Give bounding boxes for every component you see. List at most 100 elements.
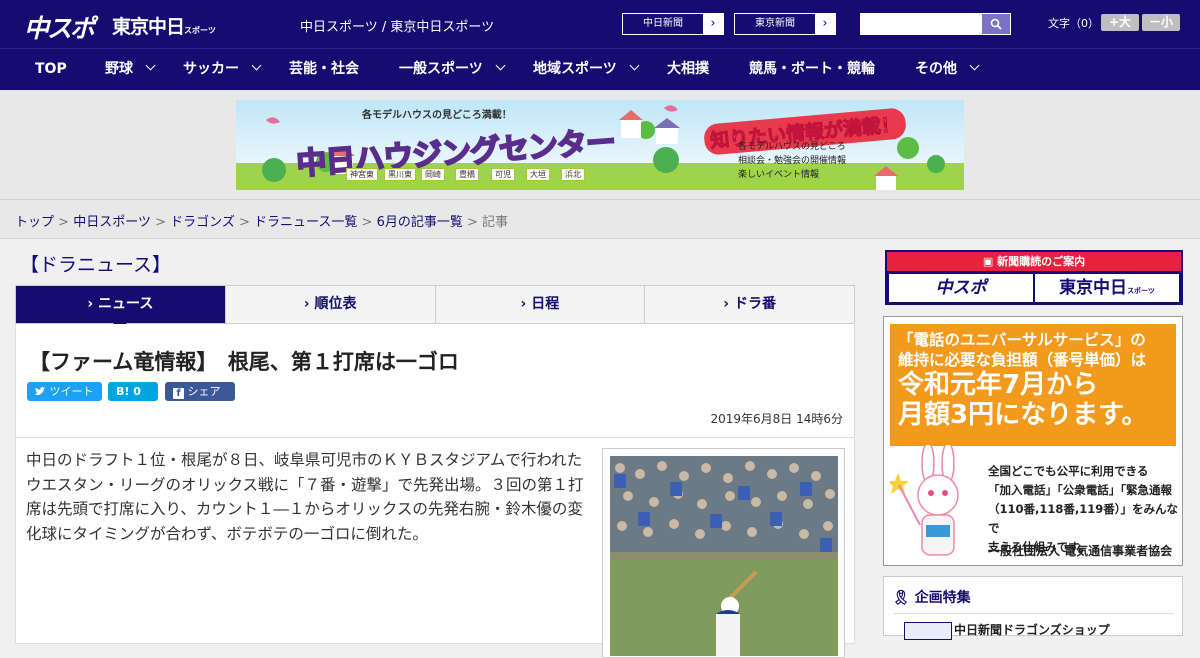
article-photo[interactable]: [610, 456, 838, 656]
breadcrumb-top[interactable]: トップ: [15, 215, 54, 230]
universal-service-ad[interactable]: 「電話のユニバーサルサービス」の 維持に必要な負担額（番号単価）は 令和元年7月…: [883, 316, 1183, 566]
font-larger-button[interactable]: +大: [1101, 14, 1139, 31]
search-box: [860, 13, 1011, 35]
ad-line-large: 令和元年7月から: [898, 370, 1099, 400]
banner-city: 浜北: [561, 168, 585, 181]
chuspo-logo[interactable]: 中スポ: [24, 9, 95, 45]
tokyo-chunichi-logo[interactable]: 東京中日スポーツ: [112, 12, 216, 39]
chevron-down-icon: [495, 60, 506, 71]
ad-body-line: 全国どこでも公平に利用できる: [988, 464, 1149, 478]
banner-top-text: 各モデルハウスの見どころ満載！: [362, 110, 512, 121]
nav-baseball[interactable]: 野球: [105, 49, 156, 90]
banner-list-item: 楽しいイベント情報: [738, 170, 820, 180]
nav-soccer[interactable]: サッカー: [183, 49, 262, 90]
article: 【ファーム竜情報】 根尾、第１打席は一ゴロ ツイート B! 0 f シェア 0 …: [15, 324, 855, 658]
font-size-label: 文字（0）: [1048, 17, 1099, 30]
search-input[interactable]: [861, 14, 981, 34]
banner-city: 黒川東: [384, 168, 416, 181]
banner-city: 大垣: [526, 168, 550, 181]
ribbon-icon: 🎗: [892, 590, 910, 606]
feature-thumbnail: [904, 622, 952, 640]
breadcrumb-current: 記事: [482, 215, 509, 230]
housing-center-banner[interactable]: 各モデルハウスの見どころ満載！ 中日ハウジングセンター 知りたい情報が満載！ 各…: [236, 100, 964, 190]
ad-line-large: 月額3円になります。: [898, 400, 1148, 430]
nav-top[interactable]: TOP: [35, 49, 67, 90]
tokyo-shimbun-label: 東京新聞: [755, 18, 795, 29]
banner-city: 神宮東: [346, 168, 378, 181]
tokyo-logo-small: スポーツ: [184, 26, 216, 35]
tweet-label: ツイート: [49, 385, 94, 398]
chevron-down-icon: [145, 60, 156, 71]
feature-heading-label: 企画特集: [914, 590, 971, 606]
tab-dora-ban[interactable]: › ドラ番: [645, 286, 854, 323]
chevron-right-icon: ›: [703, 14, 723, 34]
chevron-down-icon: [251, 60, 262, 71]
nav-entertainment[interactable]: 芸能・社会: [289, 49, 359, 90]
tab-arrow-icon: ›: [520, 296, 532, 312]
banner-city: 岡崎: [421, 168, 445, 181]
subscription-heading: ▣ 新聞購読のご案内: [887, 252, 1181, 271]
twitter-icon: [35, 387, 46, 396]
ad-body-line: （110番,118番,119番）」をみんなで: [988, 502, 1179, 535]
facebook-icon: f: [173, 388, 184, 399]
nav-sumo[interactable]: 大相撲: [667, 49, 709, 90]
ad-line: 「電話のユニバーサルサービス」の: [898, 331, 1146, 349]
feature-heading: 🎗 企画特集: [892, 587, 971, 607]
tab-news[interactable]: › ニュース: [16, 286, 226, 330]
subscribe-tokyo-text: 東京中日: [1059, 278, 1128, 298]
section-heading: 【ドラニュース】: [20, 254, 172, 276]
subscription-heading-label: 新聞購読のご案内: [997, 255, 1086, 268]
subscription-ad[interactable]: ▣ 新聞購読のご案内 中スポ 東京中日スポーツ: [885, 250, 1183, 305]
breadcrumb-separator: >: [54, 215, 74, 230]
chevron-down-icon: [969, 60, 980, 71]
article-photo-frame: [602, 448, 845, 658]
article-body: 中日のドラフト１位・根尾が８日、岐阜県可児市のＫＹＢスタジアムで行われたウエスタ…: [26, 451, 584, 543]
search-button[interactable]: [982, 14, 1010, 34]
hatena-bookmark-button[interactable]: B! 0: [108, 382, 158, 401]
nav-other[interactable]: その他: [915, 49, 980, 90]
site-header: 中スポ 東京中日スポーツ 中日スポーツ / 東京中日スポーツ 中日新聞 › 東京新…: [0, 0, 1200, 48]
ad-line: 維持に必要な負担額（番号単価）は: [898, 351, 1147, 369]
nav-label: 一般スポーツ: [399, 61, 483, 77]
chevron-right-icon: ›: [815, 14, 835, 34]
tab-standings[interactable]: › 順位表: [226, 286, 436, 323]
breadcrumb-dragons[interactable]: ドラゴンズ: [170, 215, 235, 230]
tweet-button[interactable]: ツイート: [27, 382, 102, 401]
breadcrumb-separator: >: [357, 215, 377, 230]
nav-label: その他: [915, 61, 957, 77]
article-date: 2019年6月8日 14時6分: [710, 412, 843, 426]
breadcrumb-news-list[interactable]: ドラニュース一覧: [254, 215, 357, 230]
font-smaller-button[interactable]: －小: [1142, 14, 1180, 31]
subscribe-tokyo-logo[interactable]: 東京中日スポーツ: [1035, 274, 1179, 302]
section-tabs: › ニュース › 順位表 › 日程 › ドラ番: [15, 285, 855, 330]
nav-label: 野球: [105, 61, 133, 77]
tab-arrow-icon: ›: [723, 296, 734, 312]
banner-list-item: 各モデルハウスの見どころ: [738, 142, 846, 152]
tab-label: 順位表: [314, 296, 357, 312]
subscribe-chuspo-logo[interactable]: 中スポ: [889, 274, 1033, 302]
ad-body-line: 「加入電話」「公衆電話」「緊急通報: [988, 483, 1172, 497]
tab-schedule[interactable]: › 日程: [436, 286, 646, 323]
tab-arrow-icon: ›: [303, 296, 315, 312]
nav-local-sports[interactable]: 地域スポーツ: [533, 49, 640, 90]
tab-arrow-icon: ›: [87, 296, 99, 312]
feature-item[interactable]: 中日新聞ドラゴンズショップ: [894, 613, 1174, 640]
breadcrumb-june-list[interactable]: 6月の記事一覧: [377, 215, 463, 230]
nav-racing[interactable]: 競馬・ボート・競輪: [749, 49, 875, 90]
newspaper-icon: ▣: [982, 255, 998, 268]
banner-city: 豊橋: [455, 168, 479, 181]
nav-label: 地域スポーツ: [533, 61, 617, 77]
facebook-share-button[interactable]: f シェア 0: [165, 382, 235, 417]
banner-list-item: 相談会・勉強会の開催情報: [738, 156, 847, 166]
breadcrumb-chunichi-sports[interactable]: 中日スポーツ: [73, 215, 151, 230]
breadcrumb-separator: >: [462, 215, 483, 230]
feature-item-label: 中日新聞ドラゴンズショップ: [954, 623, 1110, 637]
chunichi-shimbun-button[interactable]: 中日新聞 ›: [622, 13, 724, 35]
site-names: 中日スポーツ / 東京中日スポーツ: [300, 20, 495, 35]
tokyo-shimbun-button[interactable]: 東京新聞 ›: [734, 13, 836, 35]
search-icon: [990, 18, 1002, 30]
banner-city: 可児: [491, 168, 515, 181]
tab-label: ドラ番: [733, 296, 776, 312]
nav-general-sports[interactable]: 一般スポーツ: [399, 49, 506, 90]
chunichi-shimbun-label: 中日新聞: [643, 18, 683, 29]
